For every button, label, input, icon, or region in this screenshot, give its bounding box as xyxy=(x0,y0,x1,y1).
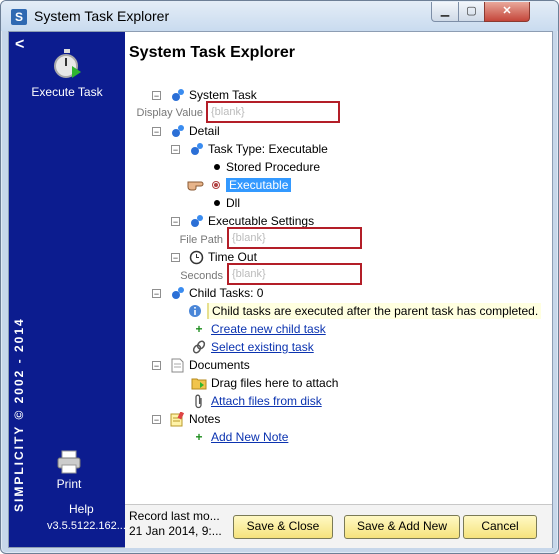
page-title: System Task Explorer xyxy=(129,44,296,61)
display-value-label: Display Value xyxy=(136,107,203,119)
tree-label-task-type: Task Type: Executable xyxy=(208,142,328,156)
close-button[interactable]: ✕ xyxy=(484,2,530,22)
tree-node-task-type[interactable]: − Task Type: Executable xyxy=(171,140,328,158)
app-icon: S xyxy=(11,9,27,25)
tree-node-notes[interactable]: − Notes xyxy=(152,410,220,428)
option-label: Executable xyxy=(226,178,292,192)
execute-task-button[interactable]: Execute Task xyxy=(9,48,125,99)
copyright-vertical-text: SIMPLICITY © 2002 - 2014 xyxy=(12,317,26,512)
window: S System Task Explorer ▁ ▢ ✕ < Execute T… xyxy=(0,0,559,554)
footer-bar: Record last mo... 21 Jan 2014, 9:... Sav… xyxy=(125,504,552,548)
execute-task-label: Execute Task xyxy=(31,85,103,99)
clock-icon xyxy=(188,249,204,265)
link-label[interactable]: Add New Note xyxy=(211,430,288,444)
collapse-toggle-icon[interactable]: − xyxy=(152,414,161,424)
select-existing-task-link[interactable]: Select existing task xyxy=(191,338,314,356)
link-label[interactable]: Attach files from disk xyxy=(211,394,322,408)
record-modified-date: 21 Jan 2014, 9:... xyxy=(129,524,222,538)
maximize-button[interactable]: ▢ xyxy=(458,2,485,22)
save-add-new-button[interactable]: Save & Add New xyxy=(344,515,460,539)
collapse-toggle-icon[interactable]: − xyxy=(152,288,161,298)
record-info: Record last mo... 21 Jan 2014, 9:... xyxy=(129,509,222,539)
radio-icon xyxy=(214,164,220,170)
gears-icon xyxy=(188,213,204,229)
save-close-button[interactable]: Save & Close xyxy=(233,515,333,539)
plus-icon: + xyxy=(195,430,203,444)
tree-label-notes: Notes xyxy=(189,412,221,426)
display-value-field[interactable]: {blank} xyxy=(206,101,340,123)
option-dll[interactable]: Dll xyxy=(214,194,240,212)
collapse-toggle-icon[interactable]: − xyxy=(152,90,161,100)
tree-node-child-tasks[interactable]: − Child Tasks: 0 xyxy=(152,284,263,302)
window-title: System Task Explorer xyxy=(34,8,170,24)
seconds-field[interactable]: {blank} xyxy=(227,263,362,285)
gears-icon xyxy=(169,285,185,301)
tree-node-detail[interactable]: − Detail xyxy=(152,122,220,140)
drag-files-label: Drag files here to attach xyxy=(211,376,339,390)
printer-icon xyxy=(57,450,81,474)
title-bar[interactable]: S System Task Explorer ▁ ▢ ✕ xyxy=(1,1,558,31)
child-tasks-info: Child tasks are executed after the paren… xyxy=(187,302,542,320)
tree-label-system-task: System Task xyxy=(189,88,257,102)
paperclip-icon xyxy=(191,393,207,409)
sidebar: < Execute Task SIMPLICITY © 2002 - 2014 … xyxy=(9,32,126,547)
radio-selected-icon xyxy=(212,181,220,189)
gears-icon xyxy=(188,141,204,157)
link-label[interactable]: Create new child task xyxy=(211,322,326,336)
print-button[interactable]: Print xyxy=(49,450,89,491)
main-panel: System Task Explorer − System Task Displ… xyxy=(125,32,552,548)
tree-label-child-tasks: Child Tasks: 0 xyxy=(189,286,264,300)
gears-icon xyxy=(169,123,185,139)
notepad-icon xyxy=(169,411,185,427)
minimize-button[interactable]: ▁ xyxy=(431,2,459,22)
help-link[interactable]: Help xyxy=(69,502,94,516)
attach-files-link[interactable]: Attach files from disk xyxy=(191,392,322,410)
collapse-toggle-icon[interactable]: − xyxy=(152,126,161,136)
file-path-label: File Path xyxy=(179,234,223,246)
option-label: Dll xyxy=(226,196,240,210)
client-area: < Execute Task SIMPLICITY © 2002 - 2014 … xyxy=(8,31,553,548)
drag-files-target[interactable]: Drag files here to attach xyxy=(191,374,338,392)
version-text: v3.5.5122.162... xyxy=(47,520,126,532)
add-new-note-link[interactable]: + Add New Note xyxy=(191,428,288,446)
tree-label-executable-settings: Executable Settings xyxy=(208,214,315,228)
link-chain-icon xyxy=(191,339,207,355)
collapse-toggle-icon[interactable]: − xyxy=(171,252,180,262)
collapse-toggle-icon[interactable]: − xyxy=(171,144,180,154)
radio-icon xyxy=(214,200,220,206)
cancel-button[interactable]: Cancel xyxy=(463,515,537,539)
stopwatch-icon xyxy=(54,49,81,78)
option-executable[interactable]: Executable xyxy=(187,176,292,194)
collapse-toggle-icon[interactable]: − xyxy=(171,216,180,226)
link-label[interactable]: Select existing task xyxy=(211,340,314,354)
tree-label-documents: Documents xyxy=(189,358,250,372)
option-label: Stored Procedure xyxy=(226,160,321,174)
document-icon xyxy=(169,357,185,373)
tree-label-detail: Detail xyxy=(189,124,220,138)
pointing-hand-icon xyxy=(187,177,209,194)
info-text: Child tasks are executed after the paren… xyxy=(207,303,542,319)
option-stored-procedure[interactable]: Stored Procedure xyxy=(214,158,320,176)
create-child-task-link[interactable]: + Create new child task xyxy=(191,320,326,338)
collapse-toggle-icon[interactable]: − xyxy=(152,360,161,370)
folder-attach-icon xyxy=(191,375,207,391)
seconds-label: Seconds xyxy=(180,270,223,282)
info-icon xyxy=(187,303,203,319)
tree-label-time-out: Time Out xyxy=(208,250,257,264)
file-path-field[interactable]: {blank} xyxy=(227,227,362,249)
tree-node-documents[interactable]: − Documents xyxy=(152,356,250,374)
record-modified-label: Record last mo... xyxy=(129,509,220,523)
plus-icon: + xyxy=(195,322,203,336)
gears-icon xyxy=(169,87,185,103)
print-label: Print xyxy=(56,477,82,491)
